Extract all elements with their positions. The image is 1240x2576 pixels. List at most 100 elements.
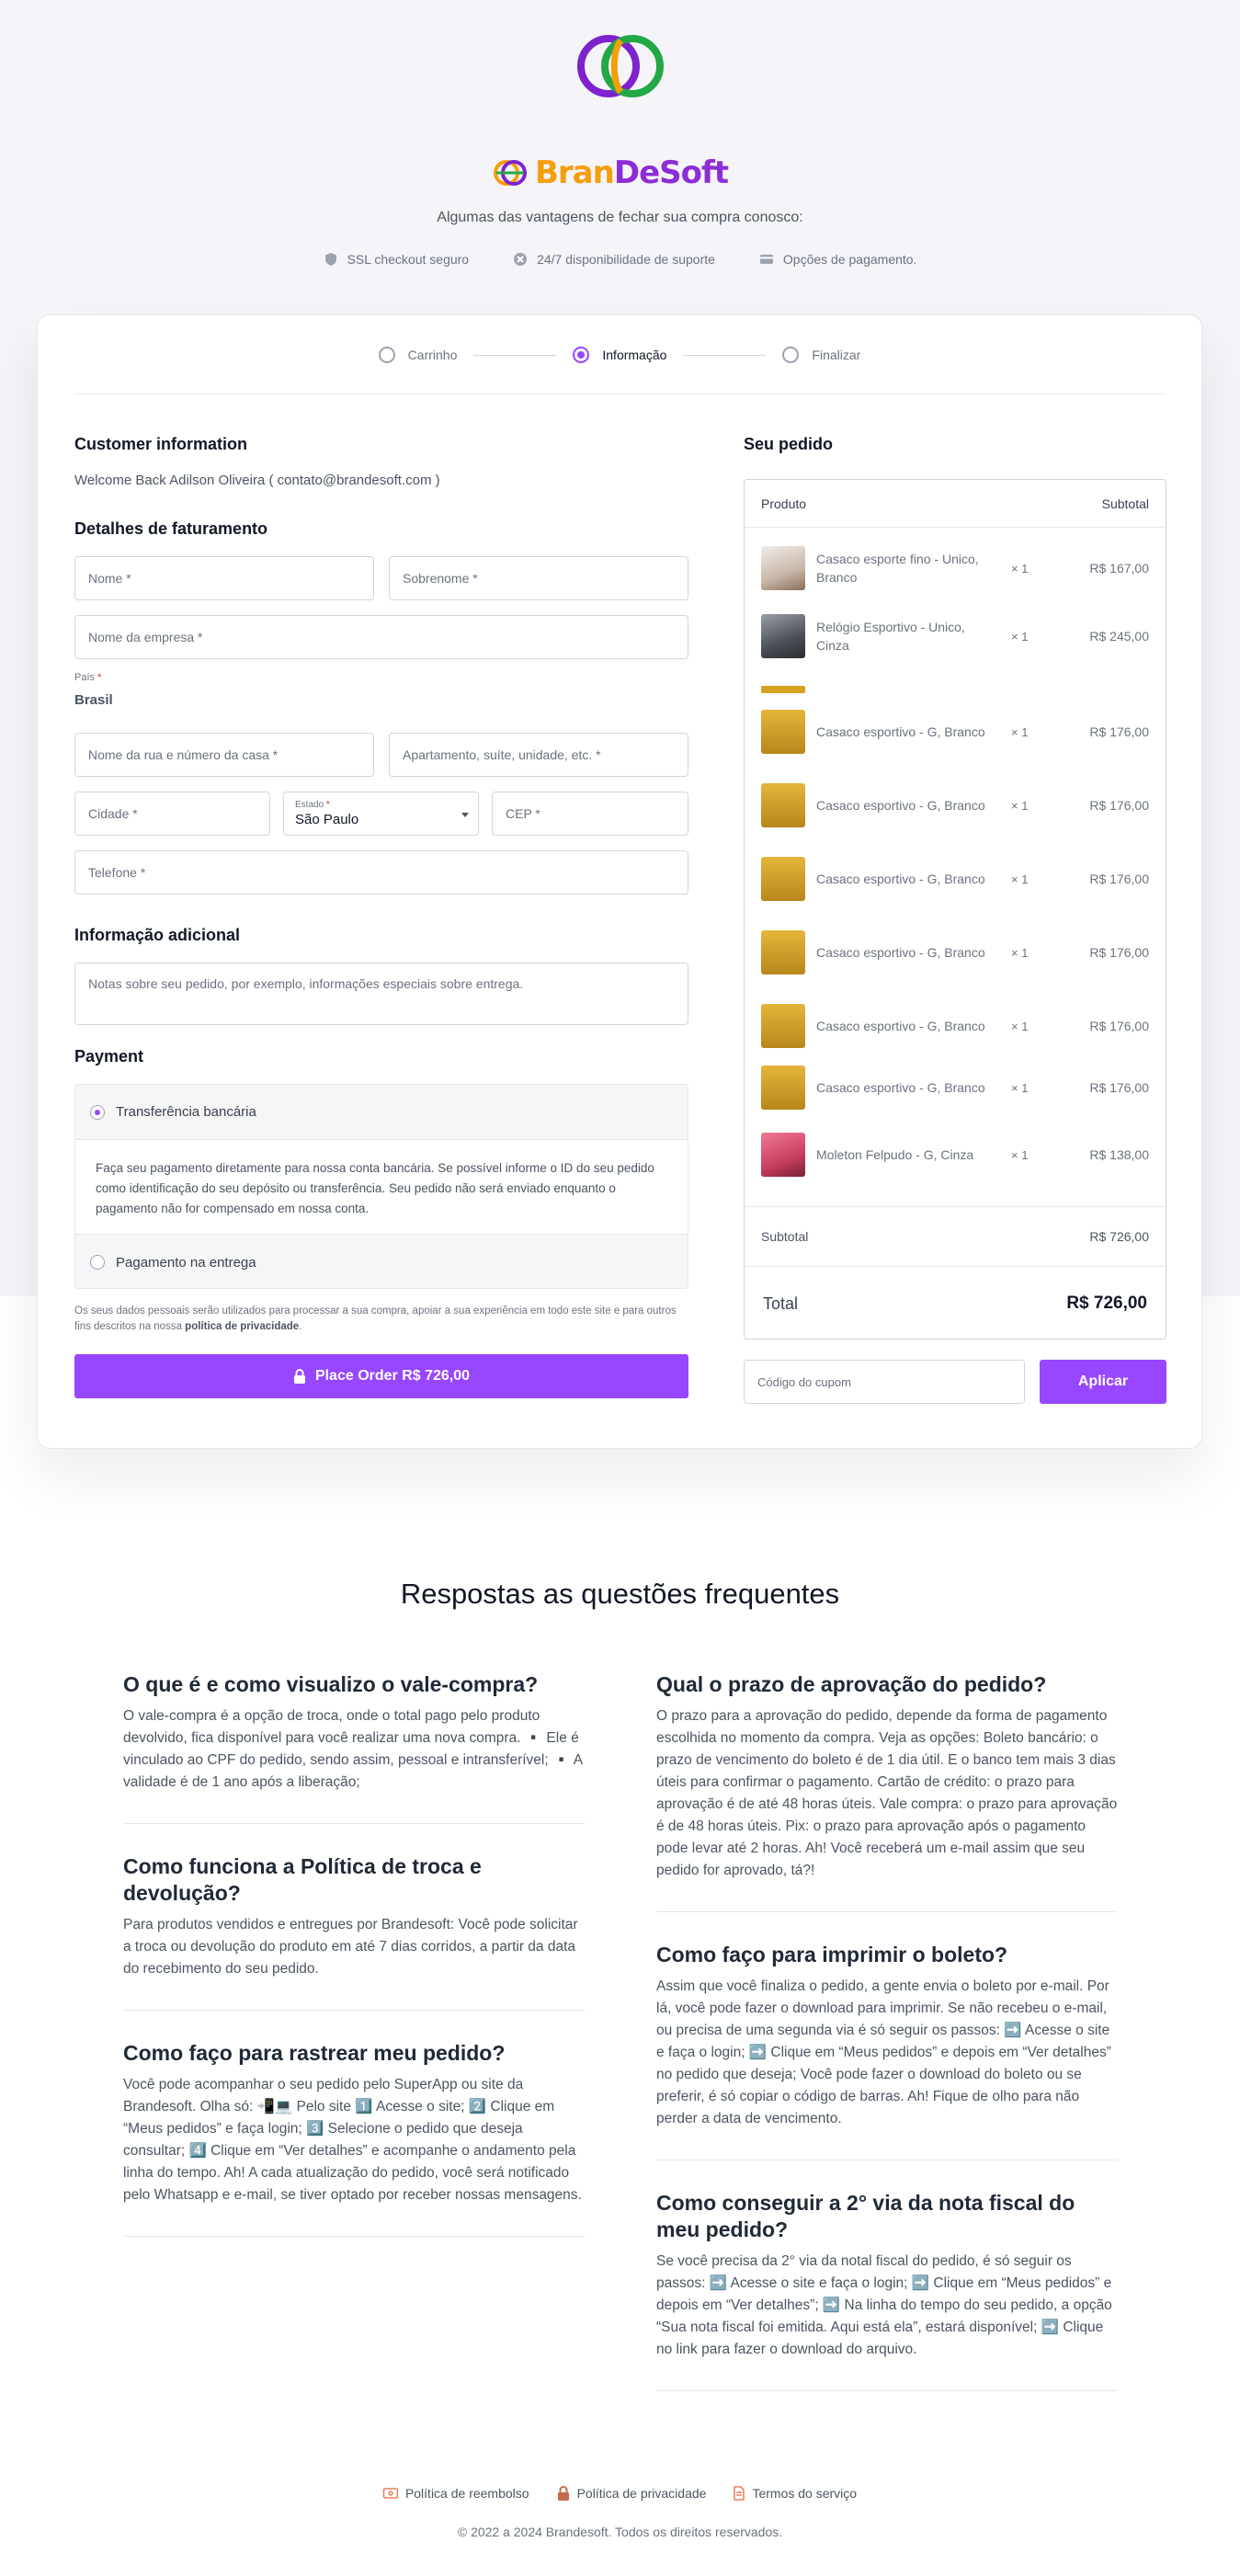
faq-item: Como conseguir a 2° via da nota fiscal d…	[656, 2190, 1118, 2391]
product-qty: × 1	[1011, 945, 1029, 960]
step-label: Informação	[602, 348, 667, 362]
order-title: Seu pedido	[744, 435, 834, 453]
street-field[interactable]: Nome da rua e número da casa *	[74, 733, 374, 777]
footer-link-label: Política de reembolso	[404, 2486, 529, 2501]
product-qty: × 1	[1011, 629, 1029, 644]
faq-answer: Você pode acompanhar o seu pedido pelo S…	[123, 2077, 582, 2203]
company-field[interactable]: Nome da empresa *	[74, 615, 688, 659]
step-dot	[782, 347, 800, 363]
faq-answer: O prazo para a aprovação do pedido, depe…	[656, 1708, 1118, 1878]
last-name-field[interactable]: Sobrenome *	[389, 556, 688, 600]
required-mark: *	[325, 800, 330, 810]
city-field[interactable]: Cidade *	[74, 792, 270, 836]
state-value: São Paulo	[295, 812, 359, 827]
product-name: Casaco esportivo - G, Branco	[816, 945, 985, 960]
product-name: Casaco esportivo - G, Branco	[816, 1080, 985, 1095]
order-item: Casaco esportivo - G, Branco × 1 R$ 176,…	[761, 783, 1149, 827]
brand-logo-icon	[577, 35, 664, 97]
product-qty: × 1	[1011, 724, 1029, 739]
radio-selected[interactable]	[90, 1104, 105, 1120]
footer-link-label: Termos do serviço	[752, 2486, 858, 2501]
footer-link-label: Política de privacidade	[576, 2486, 707, 2501]
order-item: Casaco esportivo - G, Branco × 1 R$ 176,…	[761, 857, 1149, 901]
divider	[74, 393, 1165, 394]
subtotal-label: Subtotal	[761, 1229, 809, 1244]
footer-link-terms[interactable]: Termos do serviço	[734, 2486, 857, 2501]
order-total-row: Total R$ 726,00	[745, 1267, 1166, 1340]
product-thumbnail	[761, 1066, 805, 1110]
payment-option-cash-on-delivery[interactable]: Pagamento na entrega	[75, 1235, 688, 1288]
product-name: Casaco esportivo - G, Branco	[816, 798, 985, 813]
product-price: R$ 167,00	[1089, 561, 1149, 576]
product-price: R$ 176,00	[1089, 1080, 1149, 1095]
phone-field[interactable]: Telefone *	[74, 850, 688, 895]
product-qty: × 1	[1011, 1147, 1029, 1162]
brand-name-part1: Bran	[535, 154, 615, 191]
coupon-input[interactable]: Código do cupom	[744, 1360, 1025, 1404]
step-dot	[378, 347, 395, 363]
checkout-card: Carrinho Informação Finalizar Customer i…	[37, 314, 1202, 1449]
state-select[interactable]: Estado * São Paulo	[283, 792, 479, 836]
payment-description: Faça seu pagamento diretamente para noss…	[75, 1140, 688, 1235]
product-thumbnail	[761, 1004, 805, 1048]
radio-unselected[interactable]	[90, 1255, 105, 1270]
faq-question: Como faço para imprimir o boleto?	[656, 1943, 1008, 1966]
order-item: Casaco esportivo - G, Branco × 1 R$ 176,…	[761, 1066, 1149, 1110]
privacy-text: Os seus dados pessoais serão utilizados …	[74, 1305, 677, 1332]
place-order-button[interactable]: Place Order R$ 726,00	[74, 1354, 688, 1398]
order-item: Casaco esportivo - G, Branco × 1 R$ 176,…	[761, 1004, 1149, 1048]
country-label: País	[74, 672, 96, 683]
refund-icon	[382, 2488, 398, 2499]
payment-option-label: Transferência bancária	[116, 1104, 256, 1120]
step-cart[interactable]: Carrinho	[378, 347, 458, 363]
faq-answer: Para produtos vendidos e entregues por B…	[123, 1917, 578, 1977]
subtotal-value: R$ 726,00	[1089, 1229, 1149, 1244]
privacy-policy-link[interactable]: política de privacidade	[185, 1321, 299, 1332]
faq-item: O que é e como visualizo o vale-compra? …	[123, 1671, 585, 1824]
apartment-field[interactable]: Apartamento, suíte, unidade, etc. *	[389, 733, 688, 777]
footer-link-privacy[interactable]: Política de privacidade	[557, 2486, 707, 2501]
perks-list: SSL checkout seguro 24/7 disponibilidade…	[0, 252, 1240, 267]
step-connector	[683, 354, 767, 356]
order-summary-table: Produto Subtotal Casaco esporte fino - U…	[744, 479, 1166, 1339]
product-qty: × 1	[1011, 1019, 1029, 1033]
order-header: Produto Subtotal	[745, 480, 1166, 528]
payment-option-label: Pagamento na entrega	[116, 1254, 256, 1271]
faq-question: Como faço para rastrear meu pedido?	[123, 2041, 506, 2065]
brand-mark-icon	[494, 160, 527, 186]
product-thumbnail	[761, 783, 805, 827]
faq-item: Como faço para imprimir o boleto? Assim …	[656, 1942, 1118, 2160]
product-name: Relógio Esportivo - Unico, Cinza	[816, 620, 965, 653]
faq-item: Qual o prazo de aprovação do pedido? O p…	[656, 1671, 1118, 1912]
country-value[interactable]: Brasil	[74, 692, 113, 708]
step-information[interactable]: Informação	[573, 347, 666, 363]
apply-coupon-button[interactable]: Aplicar	[1040, 1360, 1166, 1404]
first-name-field[interactable]: Nome *	[74, 556, 374, 600]
copyright: © 2022 a 2024 Brandesoft. Todos os direi…	[457, 2525, 783, 2539]
faq-answer: Se você precisa da 2° via da notal fisca…	[656, 2253, 1112, 2357]
product-thumbnail	[761, 614, 805, 658]
faq-column-right: Qual o prazo de aprovação do pedido? O p…	[656, 1671, 1118, 2421]
footer-link-refund[interactable]: Política de reembolso	[382, 2486, 529, 2501]
order-notes-textarea[interactable]: Notas sobre seu pedido, por exemplo, inf…	[74, 963, 688, 1025]
brand-name-part2: DeSoft	[613, 154, 729, 191]
product-thumbnail	[761, 546, 805, 590]
step-label: Finalizar	[812, 348, 861, 362]
brand-logo: BranDeSoft	[493, 154, 748, 191]
order-item: Casaco esportivo - G, Branco × 1 R$ 176,…	[761, 930, 1149, 975]
product-qty: × 1	[1011, 1080, 1029, 1095]
faq-title: Respostas as questões frequentes	[400, 1578, 840, 1610]
zip-field[interactable]: CEP *	[492, 792, 688, 836]
col-subtotal: Subtotal	[1101, 496, 1149, 511]
step-label: Carrinho	[407, 348, 458, 362]
step-connector	[473, 354, 557, 356]
place-order-label: Place Order R$ 726,00	[314, 1368, 471, 1384]
payment-title: Payment	[74, 1047, 144, 1066]
product-price: R$ 176,00	[1089, 945, 1149, 960]
product-name: Casaco esportivo - G, Branco	[816, 872, 985, 886]
payment-option-bank-transfer[interactable]: Transferência bancária	[75, 1085, 688, 1140]
faq-question: Como funciona a Política de troca e devo…	[123, 1854, 482, 1905]
privacy-notice: Os seus dados pessoais serão utilizados …	[74, 1304, 688, 1335]
step-finish[interactable]: Finalizar	[782, 347, 860, 363]
faq-column-left: O que é e como visualizo o vale-compra? …	[123, 1671, 585, 2266]
